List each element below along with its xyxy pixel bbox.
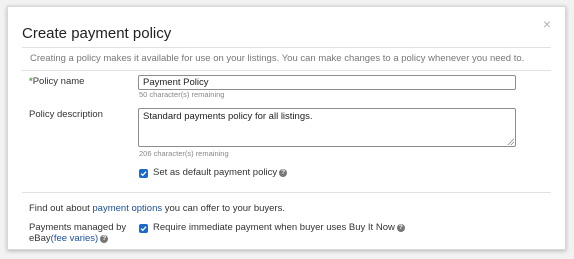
payment-options-link[interactable]: payment options <box>92 203 162 214</box>
immediate-payment-label-text: Require immediate payment when buyer use… <box>153 222 395 233</box>
help-icon[interactable]: ? <box>279 169 288 177</box>
checkmark-icon <box>140 171 147 177</box>
policy-name-label: *Policy name <box>29 76 84 87</box>
policy-name-hint: 50 character(s) remaining <box>139 90 225 99</box>
policy-description-textarea[interactable]: Standard payments policy for all listing… <box>138 108 516 147</box>
immediate-payment-checkbox[interactable] <box>139 224 148 233</box>
default-policy-label: Set as default payment policy? <box>153 167 288 178</box>
payment-options-prefix: Find out about <box>29 203 93 214</box>
default-policy-checkbox[interactable] <box>139 169 148 178</box>
section-divider <box>22 192 551 193</box>
managed-by-ebay-line2: eBay(fee varies)? <box>29 233 126 244</box>
payment-options-text: Find out about payment options you can o… <box>29 203 285 214</box>
policy-name-label-text: Policy name <box>32 76 85 87</box>
dialog-title: Create payment policy <box>22 25 172 42</box>
managed-by-ebay-line1: Payments managed by <box>29 222 127 233</box>
close-icon[interactable]: × <box>543 17 551 31</box>
ebay-text: eBay <box>29 233 51 244</box>
default-policy-label-text: Set as default payment policy <box>153 167 278 178</box>
payment-options-suffix: you can offer to your buyers. <box>162 203 285 214</box>
fee-close-paren: ) <box>95 233 99 244</box>
help-icon[interactable]: ? <box>100 235 109 243</box>
help-icon[interactable]: ? <box>396 224 405 232</box>
resize-handle-icon[interactable] <box>507 138 514 145</box>
managed-by-ebay-label: Payments managed by eBay(fee varies)? <box>29 222 126 244</box>
policy-description-hint: 206 character(s) remaining <box>139 149 229 158</box>
fee-varies-link[interactable]: fee varies <box>54 233 95 244</box>
policy-description-wrapper: Standard payments policy for all listing… <box>138 108 516 147</box>
checkmark-icon <box>140 226 147 232</box>
intro-text: Creating a policy makes it available for… <box>22 47 551 71</box>
create-payment-policy-dialog: Create payment policy × Creating a polic… <box>7 6 566 250</box>
policy-description-label: Policy description <box>29 109 103 120</box>
policy-name-input[interactable] <box>138 75 516 90</box>
immediate-payment-label: Require immediate payment when buyer use… <box>153 222 405 233</box>
